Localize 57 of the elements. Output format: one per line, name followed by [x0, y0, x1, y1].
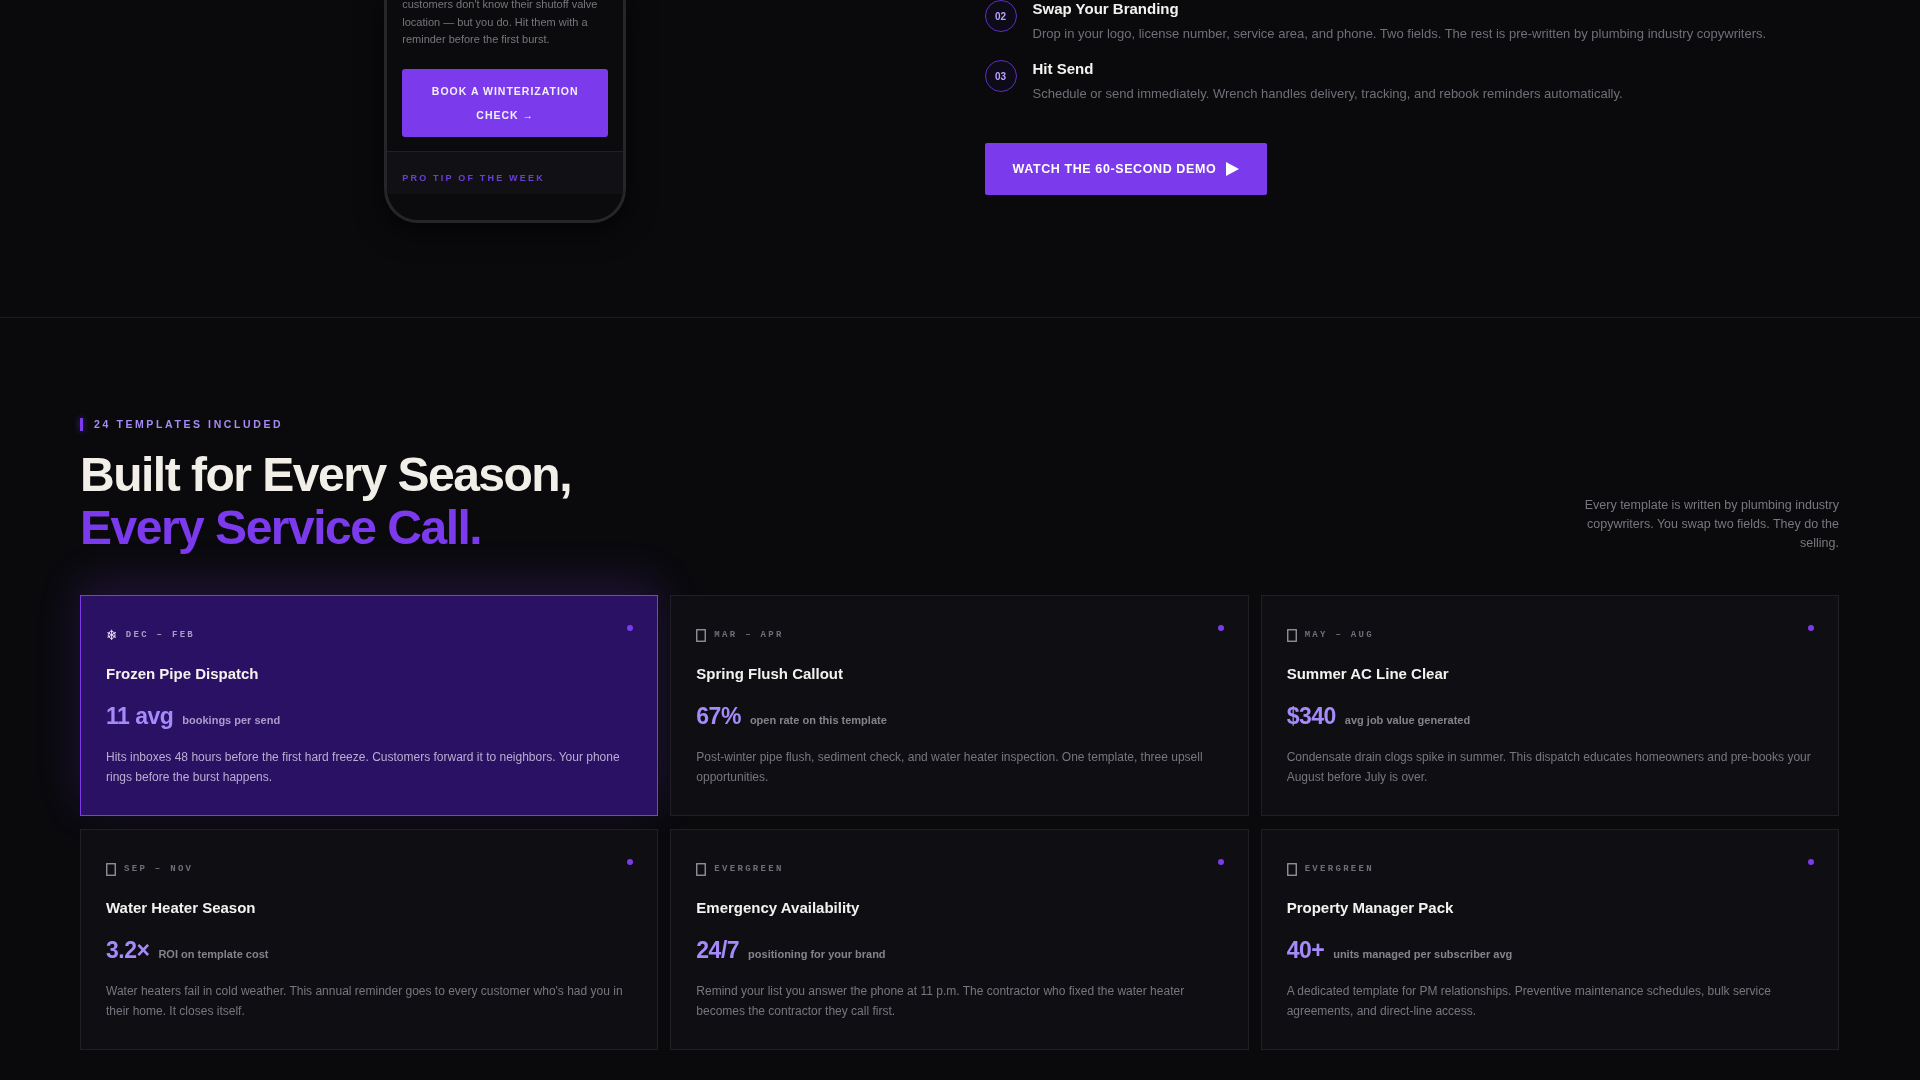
step-number: 02	[984, 0, 1017, 32]
step-description: Schedule or send immediately. Wrench handles delivery, tracking, and rebook reminders automatically.	[1032, 85, 1623, 103]
stat-label: bookings per send	[182, 714, 281, 726]
stat-value: 11 avg	[106, 702, 174, 730]
card-title: Water Heater Season	[106, 898, 257, 918]
stat-label: avg job value generated	[1344, 714, 1471, 726]
card-title: Emergency Availability	[696, 898, 861, 918]
dot-icon	[627, 625, 634, 631]
stat-value: 24/7	[696, 936, 740, 964]
snowflake-icon: ❄	[106, 628, 118, 642]
card-title: Frozen Pipe Dispatch	[106, 664, 260, 684]
card-description: Remind your list you answer the phone at 11 p.m. The contractor who fixed the water heater becomes the contractor they call first.	[696, 983, 1186, 1020]
stat-label: units managed per subscriber avg	[1333, 948, 1513, 960]
dot-icon	[1217, 859, 1224, 865]
section-heading-accent: Every Service Call.	[80, 501, 483, 554]
card-title: Property Manager Pack	[1286, 898, 1455, 918]
card-description: Hits inboxes 48 hours before the first hard freeze. Customers forward it to neighbors. Your phone rings before the burst happens.	[106, 749, 621, 786]
dot-icon	[1808, 625, 1814, 631]
pro-tip-label: PRO TIP OF THE WEEK	[402, 171, 546, 184]
stat-label: positioning for your brand	[748, 948, 886, 960]
card-description: Water heaters fail in cold weather. This annual reminder goes to every customer who's had you in their home. It closes itself.	[106, 983, 624, 1020]
season-label: EVERGREEN	[714, 863, 784, 876]
card-title: Summer AC Line Clear	[1286, 664, 1450, 684]
rectangle-outline-icon	[696, 862, 707, 876]
stat-value: 40+	[1286, 936, 1325, 964]
step-title: Swap Your Branding	[1032, 0, 1180, 18]
stat-value: 67%	[696, 702, 741, 730]
dot-icon	[1217, 625, 1224, 631]
book-winterization-button[interactable]: BOOK A WINTERIZATION CHECK →	[402, 68, 609, 137]
section-heading: Built for Every Season,	[80, 448, 571, 501]
step-number: 03	[984, 60, 1017, 92]
rectangle-outline-icon	[1286, 628, 1297, 642]
phone-message-text: customers don't know their shutoff valve location — but you do. Hit them with a reminder before the first burst.	[402, 0, 599, 47]
season-label: EVERGREEN	[1304, 863, 1374, 876]
step-description: Drop in your logo, license number, service area, and phone. Two fields. The rest is pre-written by plumbing industry copywriters.	[1032, 25, 1767, 43]
card-description: Post-winter pipe flush, sediment check, and water heater inspection. One template, three upsell opportunities.	[696, 749, 1204, 786]
stat-value: $340	[1286, 702, 1336, 730]
card-title: Spring Flush Callout	[696, 664, 844, 684]
step-title: Hit Send	[1032, 60, 1095, 78]
stat-label: open rate on this template	[749, 714, 887, 726]
season-label: SEP – NOV	[124, 863, 194, 876]
rectangle-outline-icon	[106, 862, 116, 876]
card-description: Condensate drain clogs spike in summer. This dispatch educates homeowners and pre-books your August before July is over.	[1286, 749, 1812, 786]
rectangle-outline-icon	[1286, 862, 1297, 876]
card-description: A dedicated template for PM relationships. Preventive maintenance schedules, bulk service agreements, and direct-line access.	[1286, 983, 1772, 1020]
season-label: MAY – AUG	[1304, 629, 1374, 642]
rectangle-outline-icon	[696, 628, 707, 642]
stat-value: 3.2×	[106, 936, 150, 964]
stat-label: ROI on template cost	[158, 948, 269, 960]
dot-icon	[627, 859, 634, 865]
section-intro-text: Every template is written by plumbing industry copywriters. You swap two fields. They do the selling.	[1583, 497, 1839, 552]
watch-demo-button[interactable]: WATCH THE 60-SECOND DEMO	[984, 143, 1268, 195]
dot-icon	[1808, 859, 1814, 865]
section-eyebrow: 24 TEMPLATES INCLUDED	[94, 417, 284, 431]
season-label: MAR – APR	[714, 629, 784, 642]
season-label: DEC – FEB	[125, 629, 196, 642]
play-icon	[1226, 162, 1240, 176]
